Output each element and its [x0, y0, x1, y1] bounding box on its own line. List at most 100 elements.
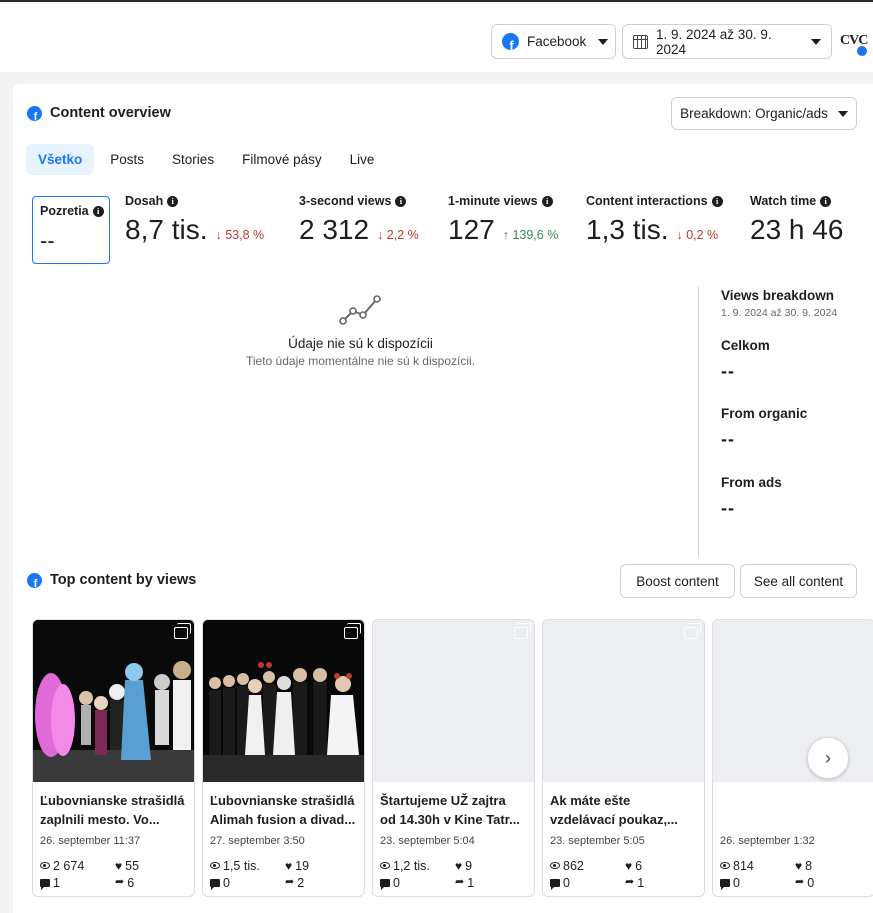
breakdown-dropdown[interactable]: Breakdown: Organic/ads — [671, 97, 857, 130]
metric-1-minute-views[interactable]: 1-minute views i 127 ↑ 139,6 % — [448, 194, 558, 246]
breakdown-row-total: Celkom -- — [721, 338, 770, 382]
heart-icon: ♥ — [285, 858, 293, 873]
metric-value: 23 h 46 — [750, 214, 844, 245]
metric-content-interactions[interactable]: Content interactions i 1,3 tis. ↓ 0,2 % — [586, 194, 723, 246]
content-overview-title: Content overview — [50, 105, 171, 121]
info-icon[interactable]: i — [167, 195, 179, 207]
post-comments: 0 — [563, 875, 570, 890]
facebook-icon: f — [27, 572, 42, 588]
share-icon: ➦ — [115, 876, 125, 888]
breakdown-row-label: From ads — [721, 475, 782, 490]
post-thumbnail — [543, 620, 704, 782]
post-title-line: od 14.30h v Kine Tatr... — [380, 812, 520, 827]
post-comments: 0 — [393, 875, 400, 890]
metric-label: 3-second views — [299, 194, 392, 208]
tab-vsetko[interactable]: Všetko — [26, 144, 95, 175]
views-breakdown-title: Views breakdown — [721, 288, 835, 303]
see-all-content-button[interactable]: See all content — [740, 564, 857, 598]
metric-label: 1-minute views — [448, 194, 538, 208]
post-likes: 19 — [295, 858, 310, 873]
share-icon: ➦ — [285, 876, 295, 888]
metric-pozretia[interactable]: Pozretia i -- — [32, 196, 110, 264]
post-thumbnail — [203, 620, 364, 782]
post-stats: 1,5 tis. ♥ 19 0 ➦ 2 — [210, 857, 360, 891]
post-date: 27. september 3:50 — [210, 835, 305, 847]
post-title: Ľubovnianske strašidlá zaplnili mesto. V… — [40, 791, 190, 829]
post-views: 1,2 tis. — [393, 858, 430, 873]
post-title-line: vzdelávací poukaz,... — [550, 812, 678, 827]
post-comments: 0 — [733, 875, 740, 890]
tab-live[interactable]: Live — [338, 144, 387, 175]
metric-label: Watch time — [750, 194, 817, 208]
post-title-line: Štartujeme UŽ zajtra — [380, 793, 506, 808]
post-title: Štartujeme UŽ zajtra od 14.30h v Kine Ta… — [380, 791, 530, 829]
facebook-icon: f — [27, 105, 42, 121]
tab-posts[interactable]: Posts — [98, 144, 156, 175]
metric-dosah[interactable]: Dosah i 8,7 tis. ↓ 53,8 % — [125, 194, 264, 246]
heart-icon: ♥ — [625, 858, 633, 873]
post-title-line: Ľubovnianske strašidlá — [40, 793, 185, 808]
metric-label: Dosah — [125, 194, 164, 208]
post-card[interactable]: Ľubovnianske strašidlá zaplnili mesto. V… — [32, 619, 195, 897]
metric-change: ↓ 53,8 % — [215, 228, 265, 242]
views-breakdown-panel: Views breakdown 1. 9. 2024 až 30. 9. 202… — [721, 288, 871, 518]
top-content-title: Top content by views — [50, 572, 197, 588]
date-range-selector[interactable]: 1. 9. 2024 až 30. 9. 2024 — [622, 24, 832, 59]
facebook-badge-icon — [856, 45, 868, 57]
caret-down-icon — [837, 110, 848, 117]
platform-selector[interactable]: f Facebook — [491, 24, 616, 59]
post-date: 26. september 11:37 — [40, 835, 141, 847]
post-stats: 814 ♥ 8 0 ➦ 0 — [720, 857, 870, 891]
eye-icon — [210, 862, 220, 869]
metric-value: 2 312 — [299, 214, 370, 245]
metric-watch-time[interactable]: Watch time i 23 h 46 — [750, 194, 843, 246]
eye-icon — [550, 862, 560, 869]
caret-down-icon — [811, 38, 821, 45]
metric-value: -- — [40, 228, 55, 253]
vertical-divider — [698, 287, 699, 557]
platform-label: Facebook — [527, 34, 587, 49]
comment-icon — [210, 878, 220, 890]
post-views: 1,5 tis. — [223, 858, 260, 873]
comment-icon — [720, 878, 730, 890]
info-icon[interactable]: i — [711, 195, 723, 207]
share-icon: ➦ — [625, 876, 635, 888]
post-card[interactable]: Ľubovnianske strašidlá Alimah fusion a d… — [202, 619, 365, 897]
boost-content-button[interactable]: Boost content — [620, 564, 735, 598]
post-title-line: Ľubovnianske strašidlá — [210, 793, 355, 808]
carousel-next-button[interactable]: › — [807, 737, 849, 779]
post-card[interactable]: Štartujeme UŽ zajtra od 14.30h v Kine Ta… — [372, 619, 535, 897]
breakdown-row-label: Celkom — [721, 338, 770, 353]
post-card[interactable]: Ak máte ešte vzdelávací poukaz,... 23. s… — [542, 619, 705, 897]
info-icon[interactable]: i — [541, 195, 553, 207]
post-stats: 2 674 ♥ 55 1 ➦ 6 — [40, 857, 190, 891]
eye-icon — [720, 862, 730, 869]
post-date: 26. september 1:32 — [720, 835, 815, 847]
tab-stories[interactable]: Stories — [160, 144, 226, 175]
calendar-icon — [633, 34, 648, 49]
info-icon[interactable]: i — [395, 195, 407, 207]
video-icon — [514, 623, 531, 639]
metric-3-second-views[interactable]: 3-second views i 2 312 ↓ 2,2 % — [299, 194, 419, 246]
info-icon[interactable]: i — [820, 195, 832, 207]
breakdown-row-organic: From organic -- — [721, 406, 807, 450]
top-content-header: f Top content by views — [27, 572, 196, 588]
post-comments: 0 — [223, 875, 230, 890]
multiple-photos-icon — [344, 623, 361, 639]
breakdown-row-value: -- — [721, 429, 735, 449]
views-breakdown-range: 1. 9. 2024 až 30. 9. 2024 — [721, 307, 838, 319]
tab-filmove-pasy[interactable]: Filmové pásy — [230, 144, 334, 175]
post-thumbnail — [713, 620, 873, 782]
content-tabs: Všetko Posts Stories Filmové pásy Live — [26, 144, 390, 175]
comment-icon — [550, 878, 560, 890]
account-avatar[interactable]: CVC — [838, 27, 873, 62]
info-icon[interactable]: i — [92, 205, 104, 217]
metric-label: Pozretia — [40, 204, 89, 218]
caret-down-icon — [598, 38, 609, 45]
metric-change: ↓ 0,2 % — [676, 228, 719, 242]
post-shares: 1 — [637, 875, 645, 890]
heart-icon: ♥ — [795, 858, 803, 873]
post-shares: 0 — [807, 875, 815, 890]
post-stats: 1,2 tis. ♥ 9 0 ➦ 1 — [380, 857, 530, 891]
post-date: 23. september 5:05 — [550, 835, 645, 847]
